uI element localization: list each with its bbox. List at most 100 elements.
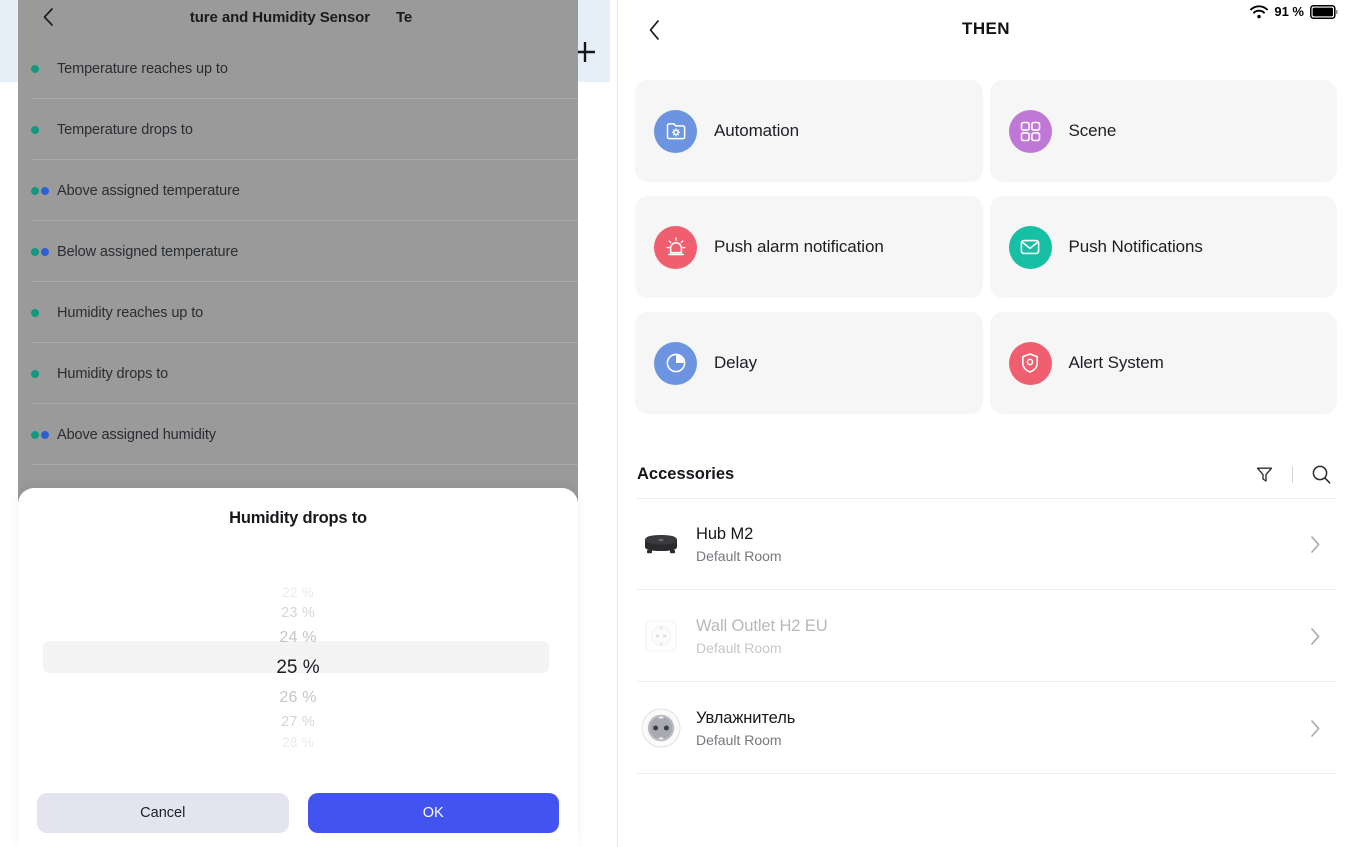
accessory-text: Увлажнитель Default Room <box>696 709 1310 748</box>
action-card[interactable]: Alert System <box>989 312 1337 414</box>
trigger-panel-title-fragment-2: Te <box>395 8 413 26</box>
action-card[interactable]: Delay <box>635 312 983 414</box>
left-pane: ture and Humidity Sensor Te Temperature r… <box>0 0 617 847</box>
trigger-row[interactable]: Temperature drops to <box>18 99 578 160</box>
action-card[interactable]: Automation <box>635 80 983 182</box>
blue-dot-icon <box>41 247 49 256</box>
envelope-icon <box>1008 225 1052 269</box>
chevron-left-icon <box>43 8 53 26</box>
search-icon[interactable] <box>1307 460 1335 488</box>
accessory-row[interactable]: Hub M2 Default Room <box>637 498 1354 590</box>
action-card[interactable]: Push Notifications <box>989 196 1337 298</box>
accessories-header: Accessories <box>637 454 1335 494</box>
clock-pie-icon <box>654 341 697 385</box>
automation-folder-gear-icon <box>654 109 697 153</box>
action-card-label: Scene <box>1068 121 1117 140</box>
trigger-list: Temperature reaches up to Temperature dro… <box>18 38 578 465</box>
trigger-marker-dots <box>31 64 57 73</box>
trigger-row[interactable]: Humidity reaches up to <box>18 282 578 343</box>
action-type-grid: Automation Scene Push alarm notification Pu… <box>635 80 1337 414</box>
right-pane: 91 % THEN Automation Scene Push alarm noti… <box>617 0 1354 847</box>
filter-funnel-icon[interactable] <box>1250 460 1278 488</box>
picker-options-list: 22 % 23 % 24 % 25 % 26 % 27 % 28 % <box>18 583 578 752</box>
teal-dot-icon <box>31 186 39 195</box>
back-button-right[interactable] <box>637 14 671 46</box>
action-card-label: Push alarm notification <box>714 237 884 256</box>
picker-option-selected[interactable]: 25 % <box>276 651 319 684</box>
blue-dot-icon <box>41 430 49 439</box>
tools-divider <box>1292 465 1293 483</box>
trigger-panel-header: ture and Humidity Sensor Te <box>18 0 578 34</box>
picker-option[interactable]: 26 % <box>279 684 316 711</box>
ok-button[interactable]: OK <box>307 793 559 833</box>
accessories-tools <box>1250 460 1335 488</box>
action-card-label: Push Notifications <box>1068 237 1203 256</box>
action-card[interactable]: Push alarm notification <box>635 196 983 298</box>
trigger-marker-dots <box>31 308 57 317</box>
accessory-text: Hub M2 Default Room <box>696 525 1310 564</box>
then-header: THEN <box>618 0 1354 58</box>
value-picker-wheel[interactable]: 22 % 23 % 24 % 25 % 26 % 27 % 28 % <box>18 583 578 750</box>
picker-option[interactable]: 22 % <box>282 583 314 602</box>
chevron-right-icon[interactable] <box>1310 627 1321 646</box>
trigger-row[interactable]: Below assigned temperature <box>18 221 578 282</box>
teal-dot-icon <box>31 369 39 378</box>
shield-alert-icon <box>1008 341 1052 385</box>
action-card-label: Alert System <box>1068 353 1164 372</box>
accessory-row[interactable]: Увлажнитель Default Room <box>637 682 1354 774</box>
chevron-right-icon[interactable] <box>1310 535 1321 554</box>
picker-option[interactable]: 28 % <box>282 733 314 752</box>
accessories-list: Hub M2 Default Room Wall Outlet H2 EU Defau… <box>637 498 1354 774</box>
trigger-row[interactable]: Above assigned temperature <box>18 160 578 221</box>
accessory-room: Default Room <box>696 639 782 656</box>
trigger-marker-dots <box>31 125 57 134</box>
picker-option[interactable]: 27 % <box>281 711 315 733</box>
blue-dot-icon <box>41 186 49 195</box>
trigger-label: Humidity reaches up to <box>57 304 204 321</box>
trigger-marker-dots <box>31 430 57 439</box>
teal-dot-icon <box>31 64 39 73</box>
scene-grid-icon <box>1008 109 1052 153</box>
cancel-button[interactable]: Cancel <box>37 793 289 833</box>
page-title: THEN <box>962 19 1010 38</box>
trigger-panel-title-fragment-1: ture and Humidity Sensor <box>189 8 370 26</box>
hub-device-icon <box>637 520 685 568</box>
action-card[interactable]: Scene <box>989 80 1337 182</box>
trigger-panel-title: ture and Humidity Sensor Te <box>18 9 578 26</box>
back-button[interactable] <box>30 2 66 32</box>
picker-option[interactable]: 23 % <box>281 602 315 624</box>
accessory-name: Hub M2 <box>696 524 754 543</box>
action-card-label: Automation <box>714 121 799 140</box>
socket-plug-icon <box>637 704 685 752</box>
accessory-room: Default Room <box>696 547 782 564</box>
app-root: ture and Humidity Sensor Te Temperature r… <box>0 0 1354 847</box>
chevron-right-icon[interactable] <box>1310 719 1321 738</box>
alarm-siren-icon <box>654 225 697 269</box>
action-card-label: Delay <box>714 353 757 372</box>
picker-option[interactable]: 24 % <box>279 624 316 651</box>
trigger-row[interactable]: Humidity drops to <box>18 343 578 404</box>
teal-dot-icon <box>31 247 39 256</box>
trigger-label: Temperature reaches up to <box>57 60 228 77</box>
trigger-marker-dots <box>31 369 57 378</box>
picker-title: Humidity drops to <box>229 509 367 527</box>
value-picker-dialog: Humidity drops to 22 % 23 % 24 % 25 % 26 % 27… <box>18 488 578 847</box>
accessories-title: Accessories <box>637 464 735 483</box>
accessory-name: Увлажнитель <box>696 708 796 727</box>
trigger-marker-dots <box>31 186 57 195</box>
teal-dot-icon <box>31 125 39 134</box>
teal-dot-icon <box>31 430 39 439</box>
accessory-room: Default Room <box>696 731 782 748</box>
trigger-row[interactable]: Above assigned humidity <box>18 404 578 465</box>
trigger-label: Temperature drops to <box>57 121 193 138</box>
accessory-text: Wall Outlet H2 EU Default Room <box>696 617 1310 656</box>
chevron-left-icon <box>649 20 659 40</box>
trigger-label: Above assigned temperature <box>57 182 240 199</box>
trigger-row[interactable]: Temperature reaches up to <box>18 38 578 99</box>
picker-actions: Cancel OK <box>18 793 578 847</box>
trigger-marker-dots <box>31 247 57 256</box>
left-header-edge-strip <box>0 0 18 82</box>
wall-outlet-icon <box>637 612 685 660</box>
accessory-row: Wall Outlet H2 EU Default Room <box>637 590 1354 682</box>
accessory-name: Wall Outlet H2 EU <box>696 616 828 635</box>
